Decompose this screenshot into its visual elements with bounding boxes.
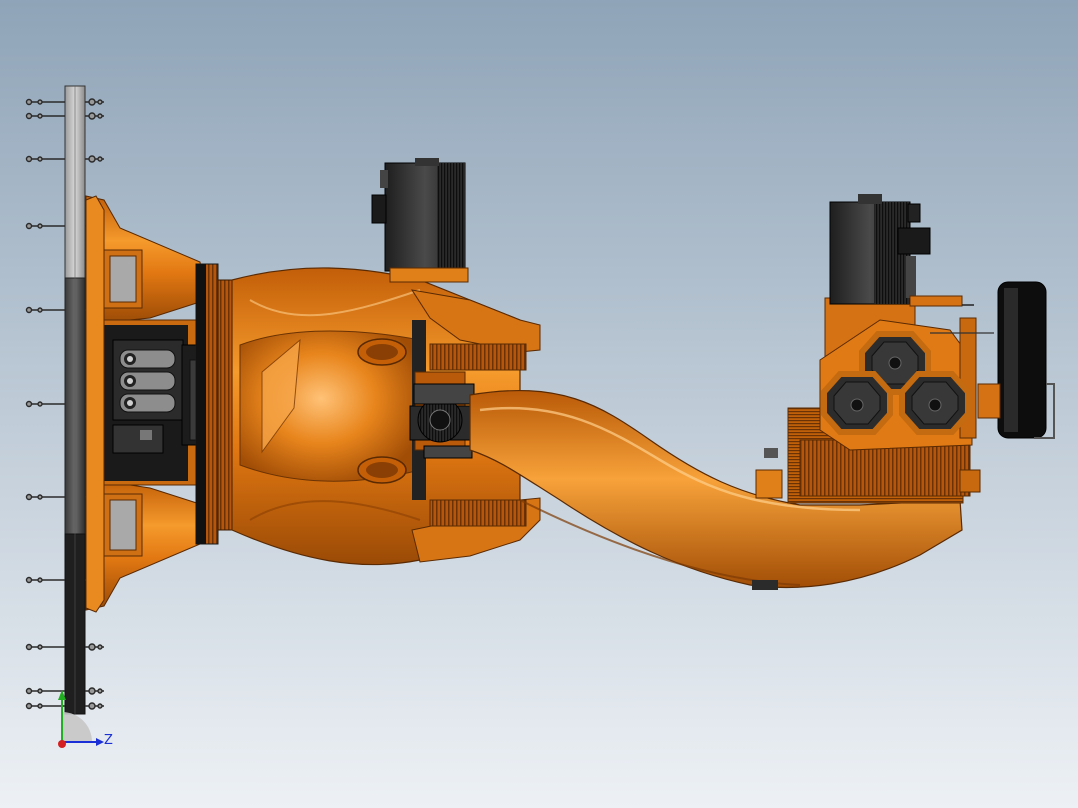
wrist-motor-left[interactable] xyxy=(821,371,893,435)
axis1-gear-ring[interactable] xyxy=(195,263,235,545)
triad-x-axis xyxy=(58,740,66,748)
model-canvas[interactable]: Z xyxy=(0,0,1078,808)
cad-viewport[interactable]: Z xyxy=(0,0,1078,808)
base-mounting-plate[interactable] xyxy=(64,85,86,715)
triad-z-label: Z xyxy=(104,733,113,748)
axis2-servo-motor[interactable] xyxy=(371,158,469,283)
wrist-motor-right[interactable] xyxy=(899,371,971,435)
